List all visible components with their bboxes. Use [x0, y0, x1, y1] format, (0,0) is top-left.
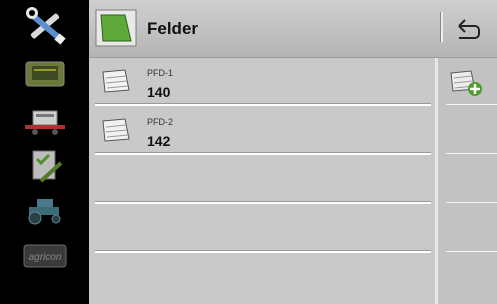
divider	[446, 104, 497, 105]
divider	[95, 152, 431, 155]
header-separator	[440, 12, 443, 42]
agricon-logo[interactable]: agricon	[0, 236, 89, 276]
empty-list-item	[95, 156, 431, 204]
terminal-icon[interactable]	[0, 52, 89, 96]
add-field-button[interactable]	[444, 66, 488, 100]
field-value: 142	[147, 133, 171, 149]
field-label: PFD-1	[147, 68, 174, 78]
divider	[446, 251, 497, 252]
page-title: Felder	[147, 19, 199, 38]
divider	[95, 103, 431, 106]
field-outline-icon	[101, 68, 131, 99]
field-list: PFD-1 140 PFD-2 142	[89, 58, 435, 304]
back-button[interactable]	[449, 12, 489, 44]
field-icon	[95, 9, 137, 52]
settings-wrench-icon[interactable]	[0, 4, 89, 48]
app-window: agricon Felder PFD-1 140 PFD-2 142	[0, 0, 497, 304]
task-icon[interactable]	[0, 146, 89, 186]
add-field-icon	[450, 70, 482, 96]
divider	[95, 250, 431, 253]
tractor-icon[interactable]	[0, 190, 89, 230]
action-column	[435, 58, 497, 304]
list-item[interactable]: PFD-1 140	[95, 58, 431, 106]
header-bar: Felder	[89, 0, 497, 58]
divider	[95, 201, 431, 204]
divider	[446, 202, 497, 203]
implement-icon[interactable]	[0, 100, 89, 144]
field-value: 140	[147, 84, 171, 100]
list-item[interactable]: PFD-2 142	[95, 107, 431, 155]
back-arrow-icon	[458, 19, 480, 39]
sidebar: agricon	[0, 0, 89, 304]
divider	[446, 153, 497, 154]
svg-text:agricon: agricon	[28, 252, 61, 263]
field-label: PFD-2	[147, 117, 174, 127]
field-outline-icon	[101, 117, 131, 148]
main-panel: Felder PFD-1 140 PFD-2 142	[89, 0, 497, 304]
empty-list-item	[95, 205, 431, 253]
